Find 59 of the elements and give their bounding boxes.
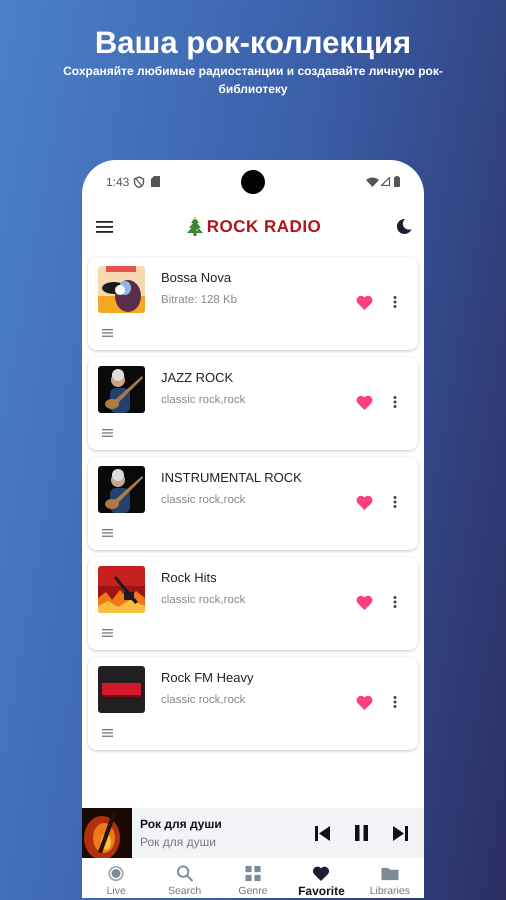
christmas-tree-icon: [186, 217, 203, 236]
station-info: classic rock,rock: [161, 392, 246, 408]
grid-icon: [244, 865, 262, 882]
wifi-icon: [366, 176, 379, 186]
track-subtitle: Рок для души: [140, 834, 217, 851]
next-icon[interactable]: [393, 826, 408, 840]
clock: 1:43: [106, 174, 130, 190]
search-icon: [176, 865, 194, 882]
nav-tab[interactable]: Search: [150, 858, 219, 898]
dark-mode-icon[interactable]: [395, 218, 412, 235]
heart-icon[interactable]: [356, 695, 373, 710]
heart-icon: [312, 865, 330, 882]
more-options-icon[interactable]: [393, 596, 397, 608]
pause-icon[interactable]: [354, 825, 369, 841]
drag-handle-icon[interactable]: [102, 729, 113, 737]
previous-icon[interactable]: [315, 826, 330, 840]
drag-handle-icon[interactable]: [102, 429, 113, 437]
station-name: JAZZ ROCK: [161, 369, 234, 387]
more-options-icon[interactable]: [393, 396, 397, 408]
heart-icon[interactable]: [356, 495, 373, 510]
station-name: Rock FM Heavy: [161, 669, 254, 687]
station-info: classic rock,rock: [161, 692, 246, 708]
station-name: INSTRUMENTAL ROCK: [161, 469, 302, 487]
station-card[interactable]: JAZZ ROCK classic rock,rock: [88, 357, 418, 450]
promo-subtitle: Сохраняйте любимые радиостанции и создавайте личную рок-библиотеку: [62, 63, 444, 98]
nav-tab[interactable]: Favorite: [287, 858, 356, 898]
mini-player[interactable]: Рок для души Рок для души: [82, 808, 424, 858]
station-card[interactable]: Rock FM Heavy classic rock,rock: [88, 657, 418, 750]
station-info: classic rock,rock: [161, 592, 246, 608]
station-card[interactable]: Rock Hits classic rock,rock: [88, 557, 418, 650]
station-card[interactable]: Bossa Nova Bitrate: 128 Kb: [88, 257, 418, 350]
folder-icon: [380, 865, 399, 882]
station-info: classic rock,rock: [161, 492, 246, 508]
heart-icon[interactable]: [356, 295, 373, 310]
battery-icon: [394, 176, 400, 187]
more-options-icon[interactable]: [393, 496, 397, 508]
sd-card-icon: [151, 176, 160, 187]
station-card[interactable]: INSTRUMENTAL ROCK classic rock,rock: [88, 457, 418, 550]
station-name: Rock Hits: [161, 569, 218, 587]
drag-handle-icon[interactable]: [102, 329, 113, 337]
more-options-icon[interactable]: [393, 696, 397, 708]
camera-hole: [241, 170, 265, 194]
drag-handle-icon[interactable]: [102, 529, 113, 537]
promo-title: Ваша рок-коллекция: [94, 24, 412, 62]
heart-icon[interactable]: [356, 595, 373, 610]
radio-icon: [107, 865, 126, 882]
app-title: ROCK RADIO: [206, 216, 322, 238]
signal-icon: [381, 177, 390, 186]
station-name: Bossa Nova: [161, 269, 232, 287]
shield-icon: [133, 176, 146, 188]
menu-icon[interactable]: [96, 220, 113, 232]
heart-icon[interactable]: [356, 395, 373, 410]
track-title: Рок для души: [140, 816, 223, 833]
nav-tab[interactable]: Genre: [218, 858, 288, 898]
nav-tab[interactable]: Libraries: [356, 858, 424, 898]
drag-handle-icon[interactable]: [102, 629, 113, 637]
more-options-icon[interactable]: [393, 296, 397, 308]
station-info: Bitrate: 128 Kb: [161, 292, 238, 308]
nav-tab[interactable]: Live: [82, 858, 150, 898]
